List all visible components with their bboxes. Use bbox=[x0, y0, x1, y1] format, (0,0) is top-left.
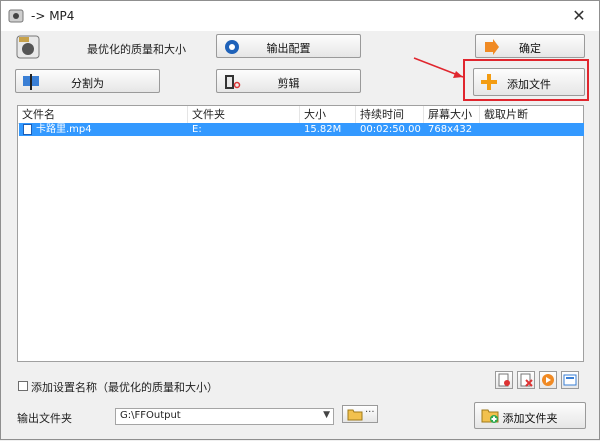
add-folder-label: 添加文件夹 bbox=[502, 412, 558, 425]
column-header-duration[interactable]: 持续时间 bbox=[356, 106, 424, 123]
play-button[interactable] bbox=[539, 371, 557, 389]
folder-icon bbox=[347, 409, 363, 421]
confirm-label: 确定 bbox=[519, 42, 541, 55]
cell-clip bbox=[480, 123, 580, 136]
output-config-label: 输出配置 bbox=[266, 42, 311, 55]
clip-label: 剪辑 bbox=[277, 77, 300, 90]
file-list-header: 文件名 文件夹 大小 持续时间 屏幕大小 截取片断 bbox=[18, 106, 583, 124]
app-icon bbox=[8, 9, 24, 23]
cell-folder: E: bbox=[192, 124, 202, 135]
clip-button[interactable]: 剪辑 bbox=[216, 69, 361, 93]
cell-screen: 768x432 bbox=[428, 124, 473, 135]
quality-label: 最优化的质量和大小 bbox=[87, 43, 186, 56]
close-button[interactable]: ✕ bbox=[559, 1, 599, 31]
output-config-button[interactable]: 输出配置 bbox=[216, 34, 361, 58]
output-folder-label: 输出文件夹 bbox=[17, 412, 72, 425]
title-bar: -> MP4 ✕ bbox=[1, 1, 599, 31]
column-header-screen[interactable]: 屏幕大小 bbox=[424, 106, 480, 123]
remove-button[interactable] bbox=[495, 371, 513, 389]
info-button[interactable] bbox=[561, 371, 579, 389]
info-icon bbox=[563, 374, 577, 386]
add-folder-button[interactable]: 添加文件夹 bbox=[474, 402, 586, 429]
add-setting-name-checkbox[interactable] bbox=[18, 381, 28, 391]
column-header-clip[interactable]: 截取片断 bbox=[480, 106, 583, 123]
browse-folder-button[interactable]: ··· bbox=[342, 405, 378, 423]
window-title: -> MP4 bbox=[31, 9, 75, 23]
clear-button[interactable] bbox=[517, 371, 535, 389]
add-setting-name-label: 添加设置名称（最优化的质量和大小） bbox=[31, 381, 218, 394]
close-icon: ✕ bbox=[572, 6, 586, 25]
column-header-size[interactable]: 大小 bbox=[300, 106, 356, 123]
table-row[interactable]: 卡路里.mp4 E: 15.82M 00:02:50.00 768x432 bbox=[19, 123, 584, 136]
column-header-folder[interactable]: 文件夹 bbox=[188, 106, 300, 123]
quality-icon bbox=[16, 35, 40, 59]
browse-dots: ··· bbox=[365, 407, 375, 418]
split-label: 分割为 bbox=[71, 77, 104, 90]
cell-size: 15.82M bbox=[304, 124, 342, 135]
app-window: -> MP4 ✕ 最优化的质量和大小 输出配置 确定 分割为 剪辑 添加文件 文… bbox=[0, 0, 600, 440]
output-folder-select[interactable]: G:\FFOutput ▼ bbox=[115, 408, 334, 425]
play-icon bbox=[542, 374, 554, 386]
clear-icon bbox=[520, 373, 533, 387]
cell-name: 卡路里.mp4 bbox=[36, 124, 92, 135]
file-icon bbox=[23, 124, 32, 135]
highlight-box bbox=[463, 59, 589, 101]
chevron-down-icon: ▼ bbox=[323, 410, 330, 420]
output-folder-value: G:\FFOutput bbox=[120, 410, 181, 421]
confirm-button[interactable]: 确定 bbox=[475, 34, 585, 58]
file-list[interactable]: 文件名 文件夹 大小 持续时间 屏幕大小 截取片断 卡路里.mp4 E: 15.… bbox=[17, 105, 584, 362]
cell-duration: 00:02:50.00 bbox=[360, 124, 421, 135]
column-header-name[interactable]: 文件名 bbox=[18, 106, 188, 123]
remove-icon bbox=[498, 373, 510, 387]
split-button[interactable]: 分割为 bbox=[15, 69, 160, 93]
